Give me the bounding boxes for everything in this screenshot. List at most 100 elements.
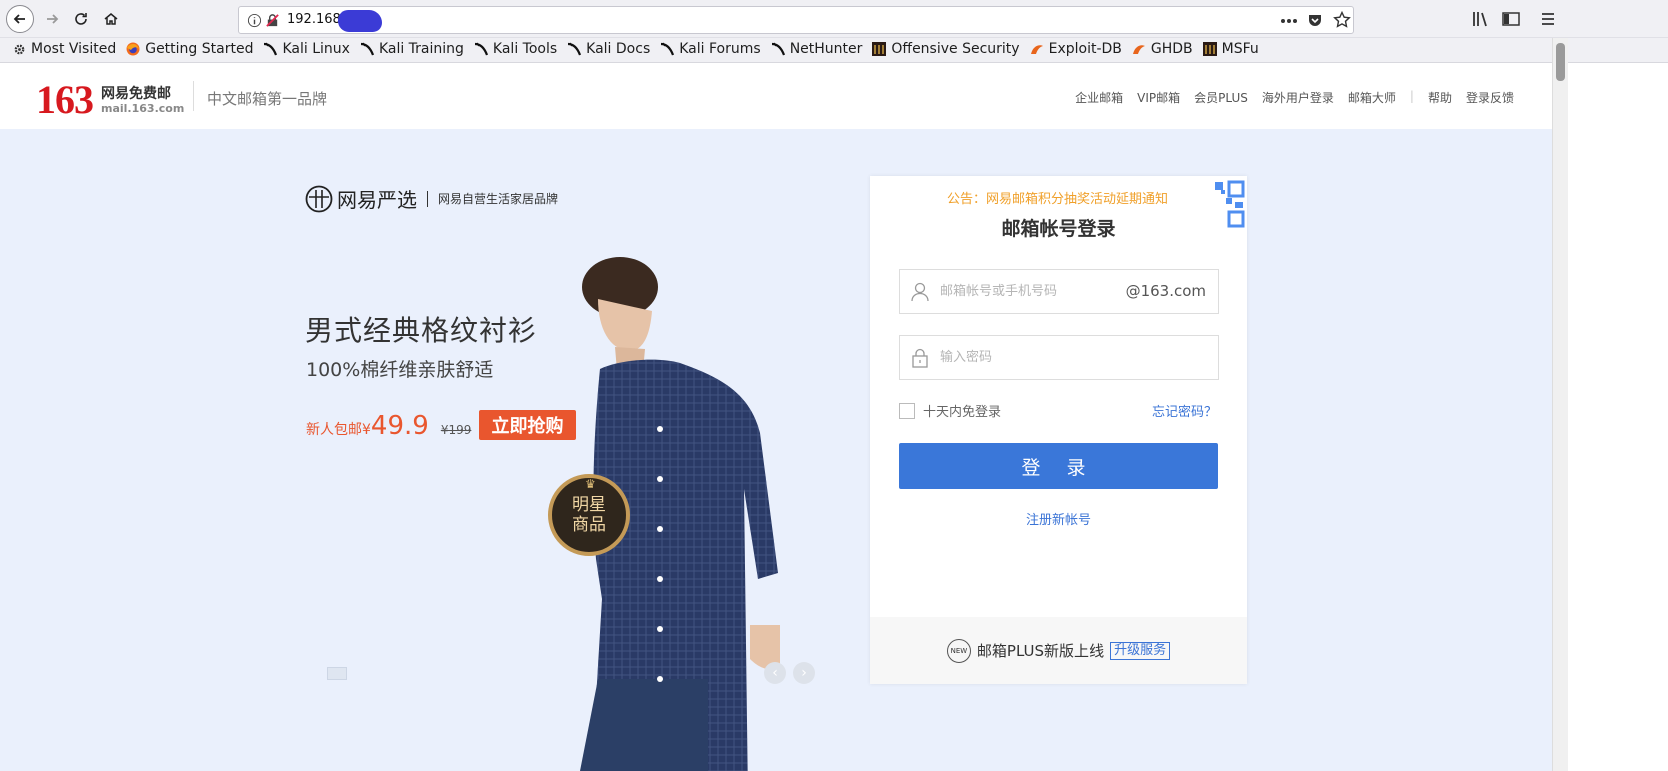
promo-price-row: 新人包邮¥ 49.9 ¥199	[306, 411, 481, 441]
bookmarks-toolbar: Most Visited Getting Started Kali Linux …	[0, 38, 1668, 63]
bookmark-label: Exploit-DB	[1048, 41, 1122, 57]
slide-thumbnail-icon[interactable]	[327, 667, 347, 680]
bookmark-kali-tools[interactable]: Kali Tools	[474, 41, 557, 57]
bookmark-kali-forums[interactable]: Kali Forums	[660, 41, 761, 57]
register-link[interactable]: 注册新帐号	[870, 509, 1247, 528]
chevron-right-icon: ›	[801, 665, 807, 681]
login-card: 公告：网易邮箱积分抽奖活动延期通知 邮箱帐号登录 @163.com	[870, 176, 1247, 684]
bookmark-label: MSFu	[1221, 41, 1259, 57]
password-field[interactable]	[899, 335, 1219, 380]
bookmark-label: Offensive Security	[891, 41, 1020, 57]
info-icon[interactable]	[247, 13, 262, 28]
reload-button[interactable]	[67, 5, 95, 33]
bookmark-label: Kali Forums	[679, 41, 761, 57]
slogan: 中文邮箱第一品牌	[207, 90, 328, 108]
crown-icon: ♛	[585, 477, 596, 491]
password-input[interactable]	[940, 336, 1130, 379]
home-button[interactable]	[97, 5, 125, 33]
bookmark-most-visited[interactable]: Most Visited	[12, 41, 116, 57]
plus-promo-footer: NEW 邮箱PLUS新版上线 升级服务	[870, 617, 1247, 684]
link-help[interactable]: 帮助	[1428, 89, 1452, 106]
original-price: ¥199	[440, 423, 472, 437]
bookmark-label: Kali Training	[378, 41, 464, 57]
plus-promo-text: 邮箱PLUS新版上线	[976, 642, 1105, 660]
remember-me[interactable]: 十天内免登录	[899, 401, 1001, 420]
bookmark-label: Kali Docs	[586, 41, 651, 57]
bookmark-msfu[interactable]: MSFu	[1202, 41, 1259, 57]
yanxuan-emblem-icon	[305, 185, 333, 212]
price-label: 新人包邮¥	[306, 422, 371, 438]
yanxuan-logo: 网易严选 网易自营生活家居品牌	[305, 184, 558, 213]
kali-dragon-icon	[771, 42, 785, 56]
remember-checkbox[interactable]	[899, 402, 915, 419]
bookmark-offensive-security[interactable]: Offensive Security	[872, 41, 1020, 57]
star-bookmark-icon[interactable]	[1333, 11, 1351, 29]
lock-icon	[912, 348, 928, 368]
browser-toolbar: 192.168.	[0, 0, 1668, 38]
scrollbar-thumb[interactable]	[1556, 43, 1565, 81]
page-scrollbar[interactable]	[1552, 38, 1568, 771]
promo-price: 49.9	[370, 411, 429, 441]
bookmark-exploit-db[interactable]: Exploit-DB	[1030, 41, 1122, 57]
forgot-password-link[interactable]: 忘记密码？	[1152, 401, 1217, 420]
url-bar[interactable]: 192.168.	[238, 6, 1354, 34]
login-button[interactable]: 登 录	[899, 443, 1218, 489]
yanxuan-divider	[427, 190, 428, 207]
back-button[interactable]	[6, 5, 34, 33]
logo-163[interactable]: 163	[36, 76, 94, 123]
link-mail-master[interactable]: 邮箱大师	[1348, 89, 1396, 106]
bookmark-label: Most Visited	[31, 41, 117, 57]
bookmark-label: Kali Linux	[282, 41, 350, 57]
login-title: 邮箱帐号登录	[1001, 218, 1116, 240]
bookmark-label: NetHunter	[789, 41, 863, 57]
link-vip-mail[interactable]: VIP邮箱	[1137, 89, 1180, 106]
site-header: 163 网易免费邮 mail.163.com 中文邮箱第一品牌 企业邮箱 VIP…	[0, 63, 1552, 129]
library-icon[interactable]	[1472, 11, 1490, 27]
kali-dragon-icon	[567, 42, 582, 56]
link-member-plus[interactable]: 会员PLUS	[1194, 89, 1248, 106]
url-text[interactable]: 192.168.	[287, 12, 345, 27]
carousel-next-button[interactable]: ›	[793, 662, 815, 684]
page-actions-icon[interactable]	[1281, 18, 1297, 24]
yanxuan-name: 网易严选	[337, 188, 417, 212]
link-login-feedback[interactable]: 登录反馈	[1466, 89, 1514, 106]
bookmark-getting-started[interactable]: Getting Started	[126, 41, 253, 57]
bookmark-ghdb[interactable]: GHDB	[1132, 41, 1193, 57]
insecure-lock-icon[interactable]	[265, 13, 280, 28]
back-arrow-icon	[13, 14, 25, 24]
hero-banner[interactable]: 网易严选 网易自营生活家居品牌 男式经典格纹衬衫 100%棉纤维亲肤舒适 新人包…	[0, 129, 1552, 771]
bookmark-kali-linux[interactable]: Kali Linux	[263, 41, 350, 57]
announcement-link[interactable]: 公告：网易邮箱积分抽奖活动延期通知	[947, 188, 1168, 207]
chevron-left-icon: ‹	[772, 665, 778, 681]
kali-dragon-icon	[474, 42, 488, 56]
forward-button[interactable]	[38, 5, 66, 33]
header-links: 企业邮箱 VIP邮箱 会员PLUS 海外用户登录 邮箱大师 | 帮助 登录反馈	[1075, 89, 1514, 106]
username-input[interactable]	[940, 270, 1130, 313]
upgrade-service-button[interactable]: 升级服务	[1110, 641, 1171, 660]
link-overseas-login[interactable]: 海外用户登录	[1262, 89, 1334, 106]
badge-line-2: 商品	[572, 515, 606, 535]
link-enterprise-mail[interactable]: 企业邮箱	[1075, 89, 1123, 106]
username-field[interactable]: @163.com	[899, 269, 1219, 314]
carousel-prev-button[interactable]: ‹	[764, 662, 786, 684]
page-content: 163 网易免费邮 mail.163.com 中文邮箱第一品牌 企业邮箱 VIP…	[0, 63, 1552, 771]
buy-now-button[interactable]: 立即抢购	[479, 410, 576, 440]
pocket-icon[interactable]	[1307, 12, 1323, 28]
exploitdb-icon	[1030, 42, 1044, 56]
kali-dragon-icon	[360, 42, 374, 56]
kali-dragon-icon	[660, 42, 675, 56]
remember-label[interactable]: 十天内免登录	[923, 401, 1001, 420]
sidebar-icon[interactable]	[1502, 11, 1520, 27]
gear-icon	[12, 42, 26, 56]
forward-arrow-icon	[47, 14, 59, 24]
bookmark-kali-training[interactable]: Kali Training	[360, 41, 464, 57]
user-icon	[911, 282, 929, 302]
logo-domain[interactable]: mail.163.com	[101, 102, 184, 115]
hamburger-menu-icon[interactable]	[1540, 11, 1556, 27]
link-separator: |	[1409, 89, 1414, 103]
bookmark-nethunter[interactable]: NetHunter	[771, 41, 863, 57]
redacted-ip-mark	[338, 10, 382, 32]
exploitdb-icon	[1132, 42, 1146, 56]
logo-text[interactable]: 网易免费邮	[101, 83, 171, 103]
bookmark-kali-docs[interactable]: Kali Docs	[567, 41, 650, 57]
